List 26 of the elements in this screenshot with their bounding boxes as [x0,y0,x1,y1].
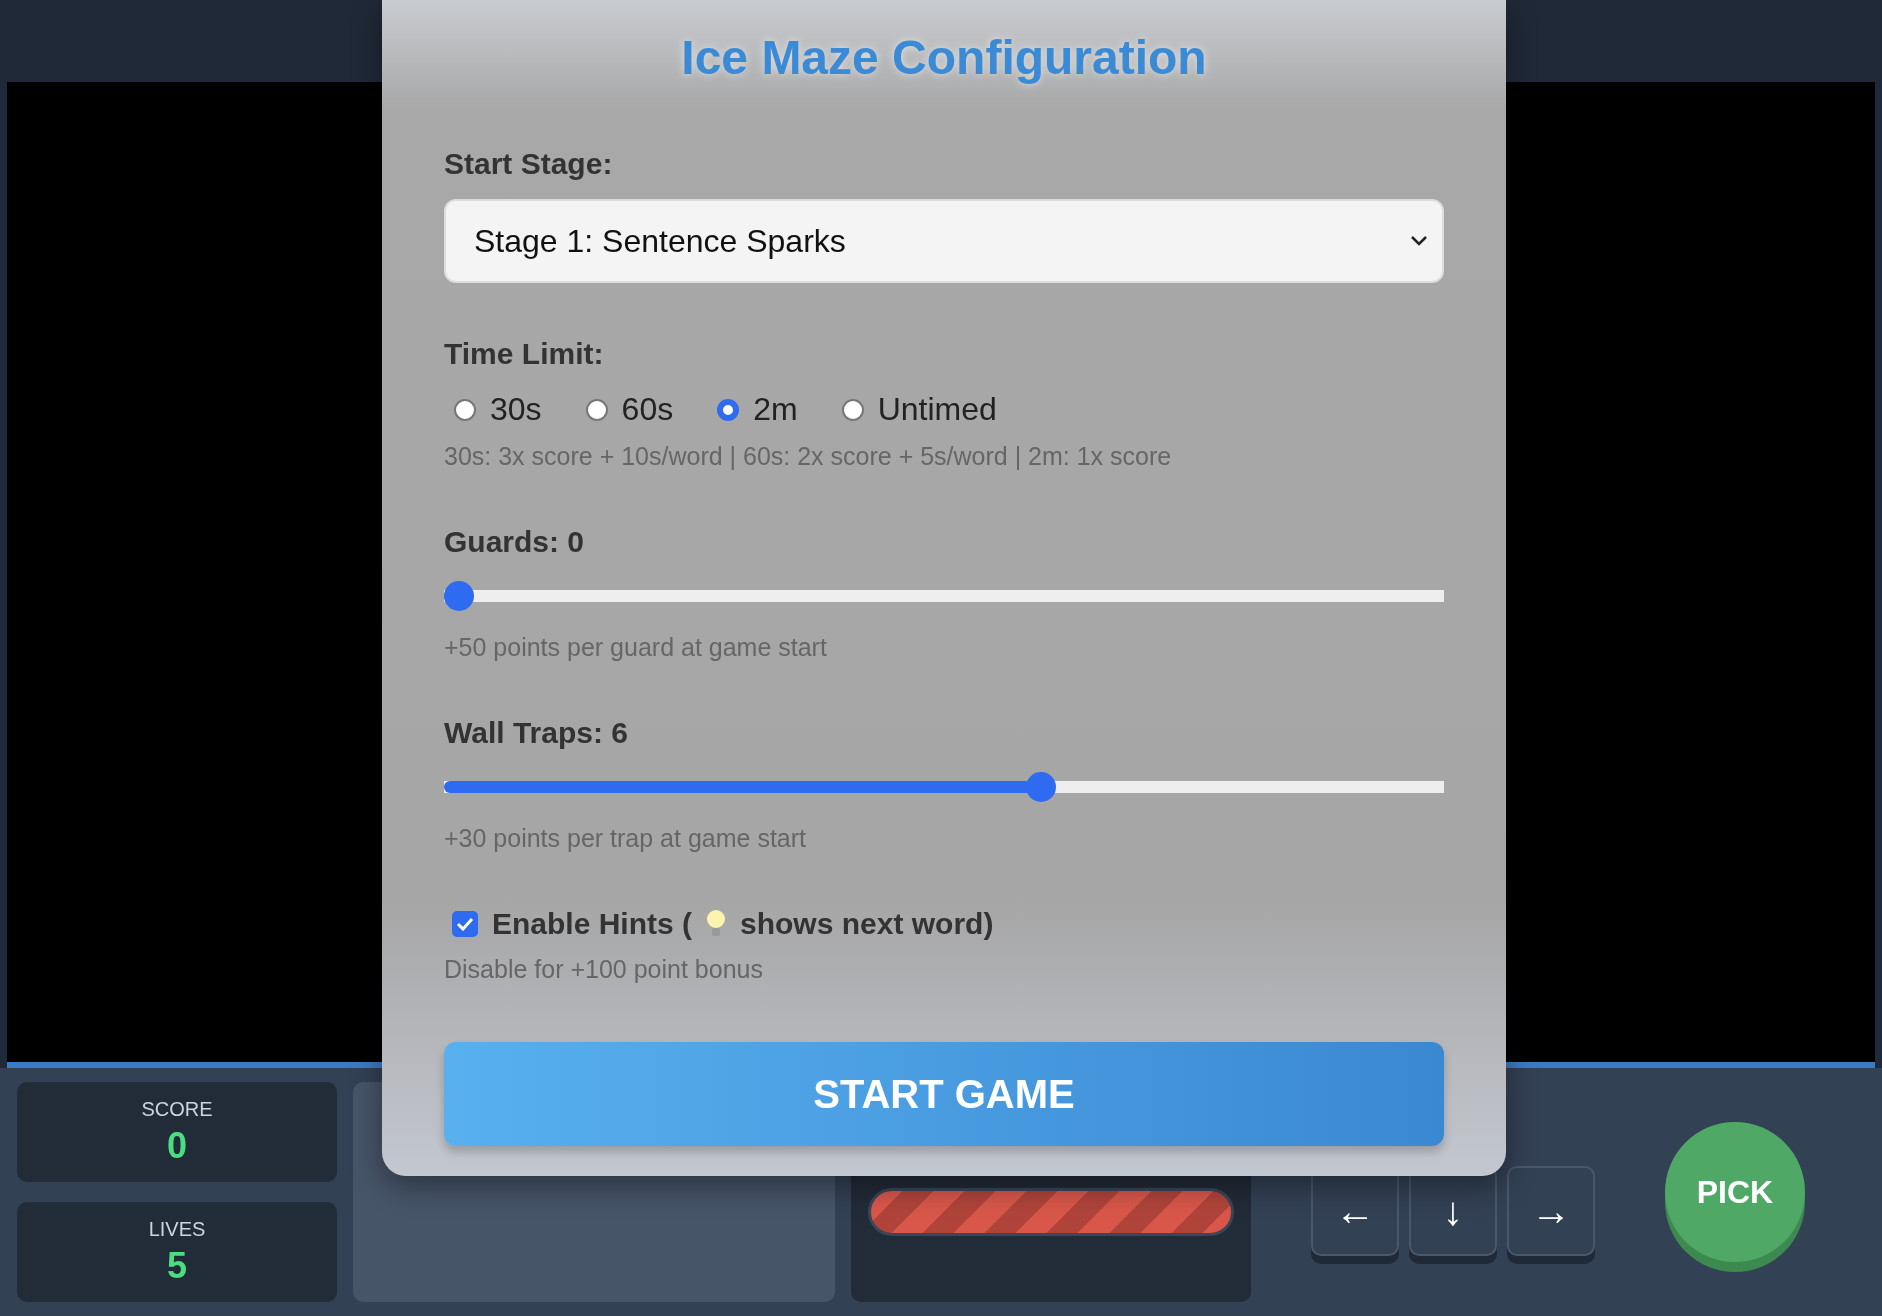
dialog-title: Ice Maze Configuration [680,30,1208,85]
hint-text: +30 points per trap at game start [444,824,807,853]
hint-text: 30s: 3x score + 10s/word | 60s: 2x score + 5s/word | 2m: 1x score [444,442,1173,471]
checkbox-label: shows next word) [740,907,994,941]
hint-text: +50 points per guard at game start [444,633,828,662]
stat-label: LIVES [148,1217,206,1241]
chevron-down-icon [1410,235,1428,247]
time-radio[interactable]: 30s [454,391,542,428]
field-label: Start Stage: [444,147,614,181]
time-radio[interactable]: 60s [585,391,674,428]
time-radio[interactable]: 2m [717,391,798,428]
slider-thumb[interactable] [444,581,474,611]
slider-thumb[interactable] [1026,772,1056,802]
check-icon [456,917,474,931]
slider-label: Wall Traps: 6 [444,716,629,750]
checkbox-label: Enable Hints ( [492,907,693,941]
time-radio[interactable]: Untimed [841,391,997,428]
stage-select[interactable]: Stage 1: Sentence Sparks [444,199,1444,283]
lightbulb-icon [706,909,727,939]
field-label: Time Limit: [444,337,605,371]
stat-value: 0 [167,1124,187,1167]
stat-label: SCORE [141,1097,213,1121]
hints-checkbox[interactable] [452,911,478,937]
stat-value: 5 [167,1244,187,1287]
hint-text: Disable for +100 point bonus [444,955,764,984]
slider-label: Guards: 0 [444,525,586,559]
